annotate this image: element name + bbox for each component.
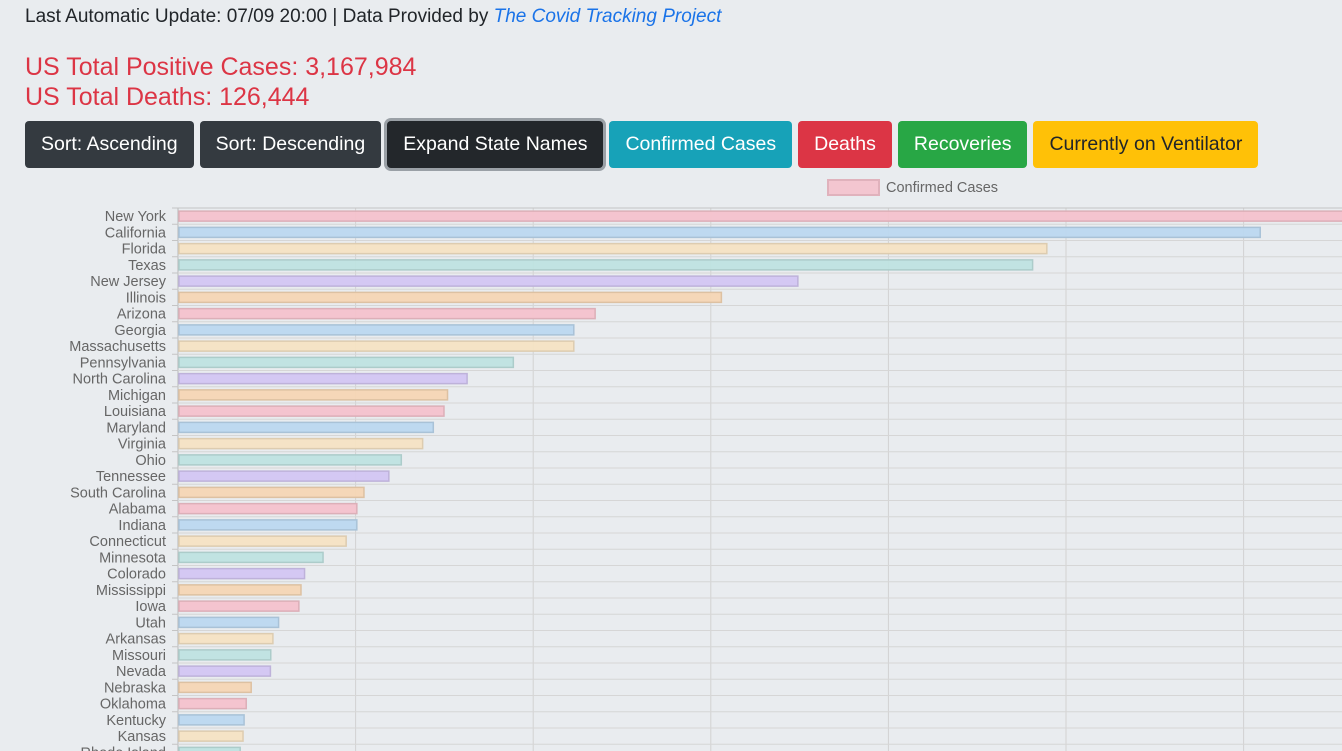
category-label: New Jersey <box>90 274 166 290</box>
category-label: Virginia <box>118 437 167 453</box>
category-label: Tennessee <box>96 469 166 485</box>
category-label: Texas <box>128 258 166 274</box>
category-label: Ohio <box>135 453 166 469</box>
bar-mississippi[interactable] <box>178 584 302 596</box>
category-label: Massachusetts <box>69 339 166 355</box>
us-total-deaths: US Total Deaths: 126,444 <box>25 83 310 111</box>
chart-bars <box>178 210 1342 751</box>
category-label: Rhode Island <box>81 745 166 751</box>
bar-missouri[interactable] <box>178 649 272 661</box>
bar-virginia[interactable] <box>178 437 424 450</box>
category-label: Illinois <box>126 290 166 306</box>
bar-texas[interactable] <box>178 259 1034 271</box>
bar-arizona[interactable] <box>178 307 596 320</box>
bar-pennsylvania[interactable] <box>178 356 515 369</box>
bar-north-carolina[interactable] <box>178 372 468 385</box>
bar-nevada[interactable] <box>178 665 272 677</box>
bar-maryland[interactable] <box>178 421 435 434</box>
category-label: Pennsylvania <box>80 355 167 371</box>
bar-louisiana[interactable] <box>178 405 445 417</box>
category-label: Michigan <box>108 388 166 404</box>
control-buttons: Sort: Ascending Sort: Descending Expand … <box>25 121 1259 168</box>
bar-kentucky[interactable] <box>178 714 245 726</box>
bar-new-jersey[interactable] <box>178 275 799 287</box>
update-text: Last Automatic Update: 07/09 20:00 | Dat… <box>25 6 494 27</box>
us-total-cases: US Total Positive Cases: 3,167,984 <box>25 53 417 81</box>
bar-minnesota[interactable] <box>178 551 324 564</box>
bar-new-york[interactable] <box>178 210 1342 222</box>
ventilator-button[interactable]: Currently on Ventilator <box>1033 121 1259 168</box>
bar-nebraska[interactable] <box>178 681 252 694</box>
sort-descending-button[interactable]: Sort: Descending <box>199 121 382 168</box>
category-label: Nevada <box>116 664 167 680</box>
bar-rhode-island[interactable] <box>178 746 241 751</box>
confirmed-cases-button[interactable]: Confirmed Cases <box>609 121 793 168</box>
category-label: South Carolina <box>70 485 167 501</box>
category-label: Indiana <box>118 518 167 534</box>
category-label: Maryland <box>106 420 166 436</box>
category-label: Louisiana <box>104 404 167 420</box>
category-label: Kansas <box>118 729 166 745</box>
bar-florida[interactable] <box>178 242 1048 255</box>
bar-georgia[interactable] <box>178 324 575 336</box>
bar-south-carolina[interactable] <box>178 486 365 499</box>
bar-indiana[interactable] <box>178 519 358 531</box>
sort-ascending-button[interactable]: Sort: Ascending <box>25 121 194 168</box>
source-link[interactable]: The Covid Tracking Project <box>494 6 722 27</box>
chart-legend[interactable]: Confirmed Cases <box>827 179 998 196</box>
category-label: Nebraska <box>104 680 167 696</box>
bar-arkansas[interactable] <box>178 632 274 645</box>
category-label: North Carolina <box>73 372 167 388</box>
cases-bar-chart: Confirmed Cases New YorkCaliforniaFlorid… <box>69 179 1342 751</box>
category-label: Alabama <box>109 502 167 518</box>
bar-colorado[interactable] <box>178 567 306 580</box>
legend-swatch <box>827 179 880 196</box>
category-label: Mississippi <box>96 583 166 599</box>
category-label: Colorado <box>107 567 166 583</box>
category-label: Georgia <box>114 323 167 339</box>
bar-iowa[interactable] <box>178 600 300 612</box>
bar-utah[interactable] <box>178 616 280 629</box>
category-label: Missouri <box>112 648 166 664</box>
category-label: California <box>105 225 167 241</box>
update-header: Last Automatic Update: 07/09 20:00 | Dat… <box>25 6 721 28</box>
bar-michigan[interactable] <box>178 389 449 401</box>
category-label: Utah <box>135 615 166 631</box>
bar-oklahoma[interactable] <box>178 697 247 710</box>
chart-category-labels: New YorkCaliforniaFloridaTexasNew Jersey… <box>69 209 167 751</box>
bar-massachusetts[interactable] <box>178 340 575 352</box>
category-label: Florida <box>122 242 167 258</box>
recoveries-button[interactable]: Recoveries <box>897 121 1028 168</box>
category-label: New York <box>105 209 167 225</box>
category-label: Connecticut <box>89 534 166 550</box>
category-label: Minnesota <box>99 550 167 566</box>
expand-state-names-button[interactable]: Expand State Names <box>387 121 604 168</box>
category-label: Kentucky <box>106 713 166 729</box>
category-label: Arizona <box>117 307 167 323</box>
bar-tennessee[interactable] <box>178 470 390 482</box>
category-label: Oklahoma <box>100 697 167 713</box>
bar-connecticut[interactable] <box>178 535 347 547</box>
category-label: Iowa <box>135 599 167 615</box>
bar-ohio[interactable] <box>178 454 403 466</box>
bar-alabama[interactable] <box>178 502 358 515</box>
category-label: Arkansas <box>106 632 166 648</box>
bar-illinois[interactable] <box>178 291 723 304</box>
legend-label: Confirmed Cases <box>886 180 998 196</box>
deaths-button[interactable]: Deaths <box>798 121 892 168</box>
bar-california[interactable] <box>178 226 1261 239</box>
bar-kansas[interactable] <box>178 730 244 742</box>
